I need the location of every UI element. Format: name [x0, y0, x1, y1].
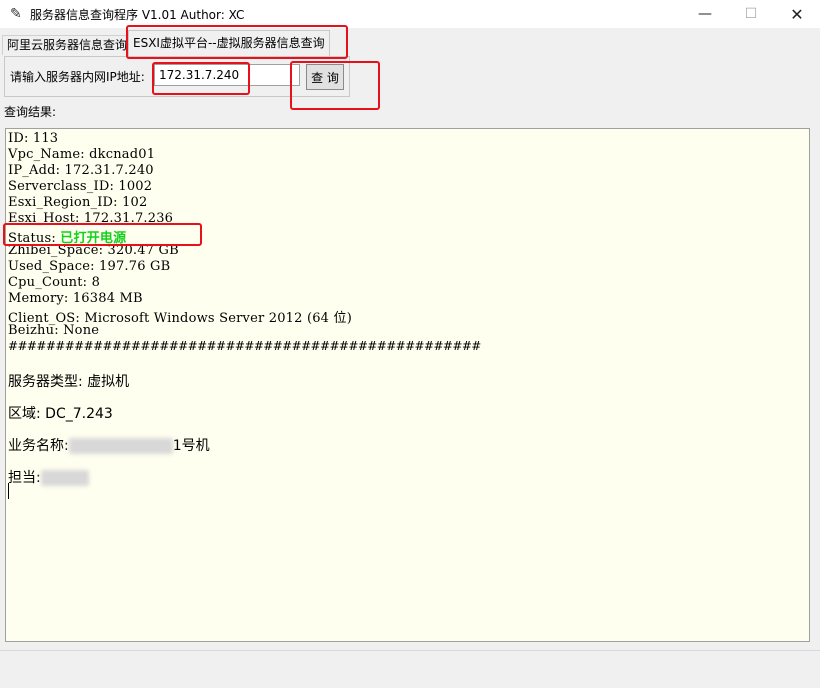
minimize-icon: — — [698, 6, 712, 22]
result-vpc-name: Vpc_Name: dkcnad01 — [8, 147, 156, 162]
result-esxi-host: Esxi_Host: 172.31.7.236 — [8, 211, 174, 226]
minimize-button[interactable]: — — [682, 0, 728, 28]
result-beizhu: Beizhu: None — [8, 323, 100, 338]
window-title: 服务器信息查询程序 V1.01 Author: XC — [30, 8, 245, 22]
result-owner: 担当: — [8, 467, 89, 487]
business-name-tail: 1号机 — [172, 438, 210, 454]
close-button[interactable]: ✕ — [774, 0, 820, 28]
tab-aliyun-query[interactable]: 阿里云服务器信息查询 — [2, 35, 133, 55]
result-ip-add: IP_Add: 172.31.7.240 — [8, 163, 154, 178]
result-memory: Memory: 16384 MB — [8, 291, 143, 306]
tab-bar: 阿里云服务器信息查询 ESXI虚拟平台--虚拟服务器信息查询 — [0, 28, 820, 57]
maximize-button[interactable]: ☐ — [728, 0, 774, 28]
result-label: 查询结果: — [4, 105, 57, 119]
result-textarea[interactable]: ID: 113 Vpc_Name: dkcnad01 IP_Add: 172.3… — [5, 128, 810, 642]
tab-esxi-query[interactable]: ESXI虚拟平台--虚拟服务器信息查询 — [128, 30, 330, 57]
ip-input[interactable] — [154, 64, 300, 86]
status-bar-divider — [0, 650, 820, 651]
result-used-space: Used_Space: 197.76 GB — [8, 259, 171, 274]
redacted-text — [40, 470, 89, 486]
result-region: 区域: DC_7.243 — [8, 406, 113, 422]
result-id: ID: 113 — [8, 131, 59, 146]
title-bar: ✎ 服务器信息查询程序 V1.01 Author: XC — ☐ ✕ — [0, 0, 820, 28]
owner-label: 担当: — [8, 470, 41, 486]
text-caret — [8, 483, 9, 499]
result-server-type: 服务器类型: 虚拟机 — [8, 374, 130, 390]
query-button[interactable]: 查 询 — [306, 64, 344, 90]
result-zhibei-space: Zhibei_Space: 320.47 GB — [8, 243, 179, 258]
result-esxi-region-id: Esxi_Region_ID: 102 — [8, 195, 148, 210]
ip-input-label: 请输入服务器内网IP地址: — [10, 70, 145, 84]
result-business-name: 业务名称: 1号机 — [8, 435, 210, 455]
redacted-text — [68, 438, 173, 454]
close-icon: ✕ — [790, 4, 804, 24]
result-serverclass-id: Serverclass_ID: 1002 — [8, 179, 153, 194]
maximize-icon: ☐ — [744, 6, 758, 22]
feather-icon: ✎ — [10, 6, 22, 22]
result-cpu-count: Cpu_Count: 8 — [8, 275, 101, 290]
result-separator: ########################################… — [8, 339, 481, 353]
business-name-label: 业务名称: — [8, 438, 69, 454]
